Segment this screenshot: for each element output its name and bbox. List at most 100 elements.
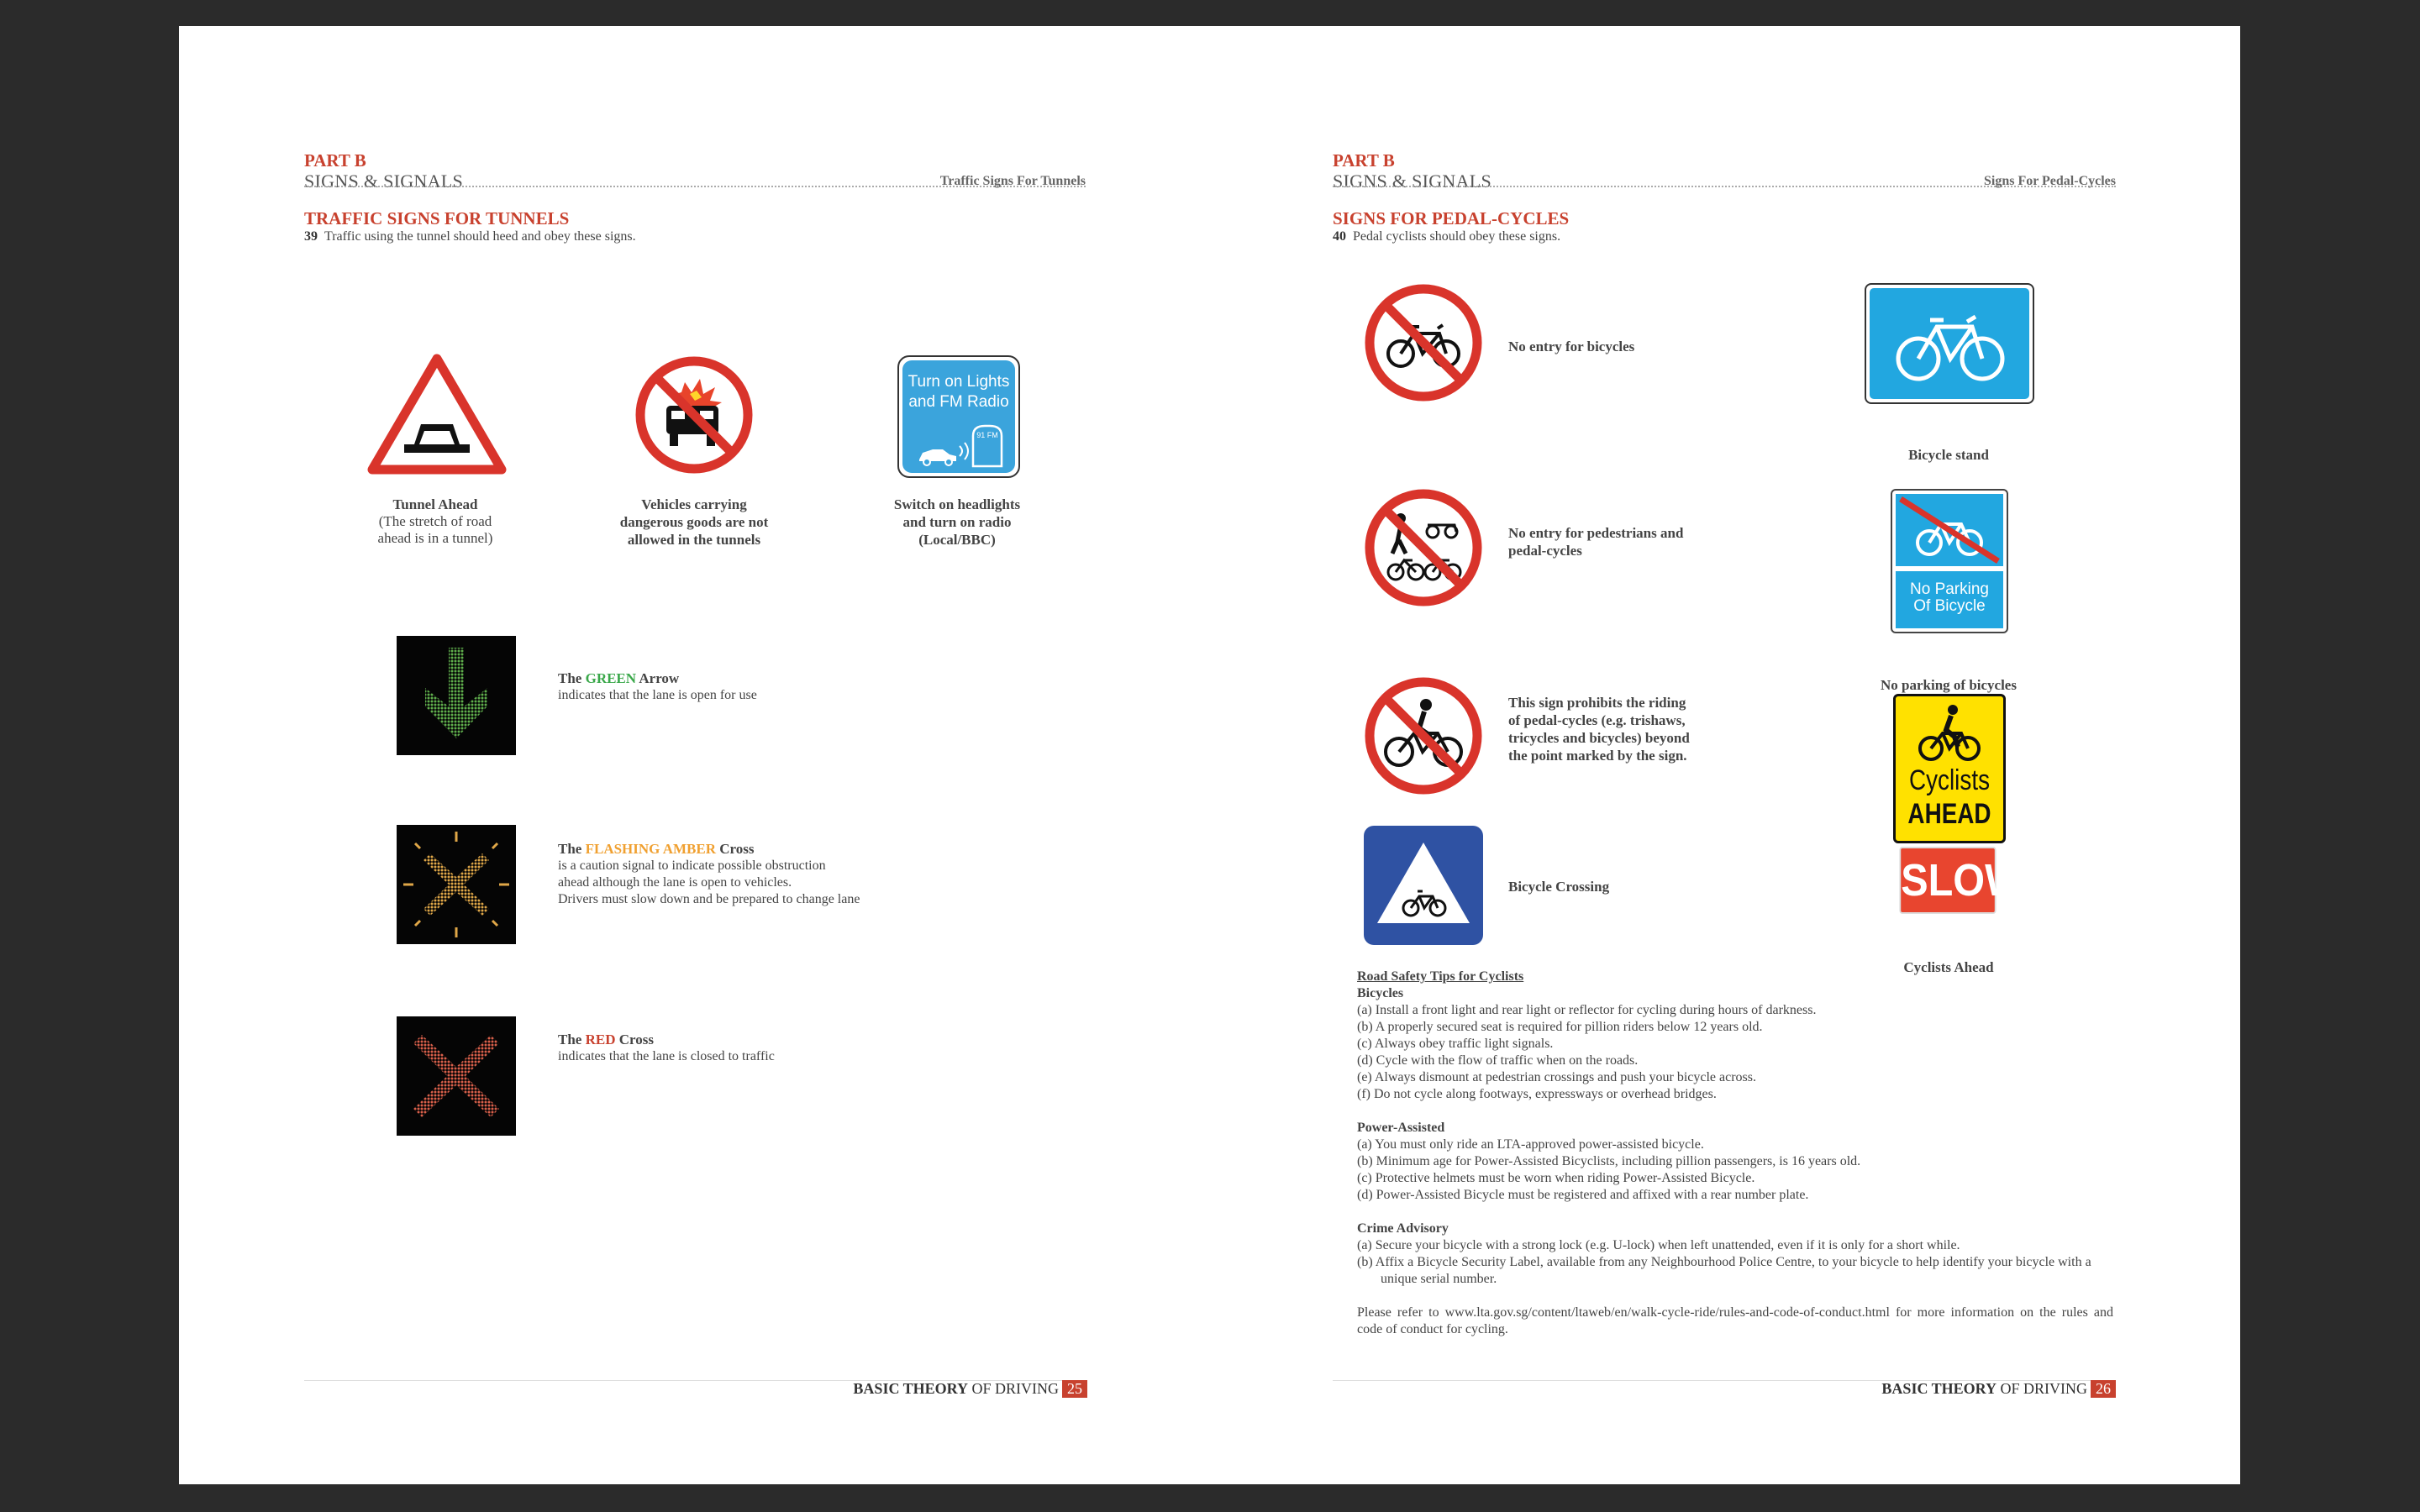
green-arrow-pre: The: [558, 670, 586, 686]
slow-plate: SLOW: [1894, 843, 2023, 937]
power-tip-b: (b) Minimum age for Power-Assisted Bicyc…: [1357, 1154, 1861, 1168]
tunnel-ahead-sub1: (The stretch of road: [378, 513, 492, 529]
amber-cross-desc1: is a caution signal to indicate possible…: [558, 858, 826, 873]
radio-sign-line2: and FM Radio: [908, 393, 1009, 411]
amber-cross-title: The FLASHING AMBER Cross: [558, 840, 754, 858]
road-safety-tips: Road Safety Tips for Cyclists Bicycles (…: [1357, 969, 2113, 1338]
dangerous-goods-line2: dangerous goods are not: [619, 514, 769, 530]
no-parking-bicycle-bottom: No Parking Of Bicycle: [1896, 571, 2003, 628]
radio-sign-line1: Turn on Lights: [908, 373, 1010, 391]
crime-heading: Crime Advisory: [1357, 1221, 1449, 1236]
cyclist-icon: [1918, 705, 1981, 761]
no-riding-caption3: tricycles and bicycles) beyond: [1508, 730, 1690, 746]
right-header-right: Signs For Pedal-Cycles: [1983, 174, 2116, 188]
radio-sign-panel: Turn on Lights and FM Radio 91 FM: [902, 360, 1015, 473]
right-page-number: 26: [2091, 1380, 2116, 1398]
red-cross-icon: [413, 1035, 499, 1117]
tunnel-ahead-caption: Tunnel Ahead: [392, 496, 478, 512]
green-arrow-icon: [425, 648, 487, 738]
left-footer: BASIC THEORY OF DRIVING 25: [767, 1380, 1087, 1398]
left-footer-rest: OF DRIVING: [968, 1380, 1060, 1397]
radio-sign-caption3: (Local/BBC): [918, 532, 996, 548]
red-word: RED: [585, 1032, 616, 1047]
amber-cross-icon: [403, 832, 509, 937]
bicycles-tip-f: (f) Do not cycle along footways, express…: [1357, 1087, 1717, 1101]
bicycle-stand-sign: [1865, 283, 2034, 404]
bicycle-crossing-sign: [1364, 826, 1483, 945]
bicycles-heading: Bicycles: [1357, 986, 1404, 1000]
cyclists-ahead-sign: Cyclists AHEAD: [1893, 694, 2006, 843]
slow-text: SLOW: [1899, 847, 2023, 914]
red-cross-desc: indicates that the lane is closed to tra…: [558, 1049, 775, 1063]
radio-sign-caption1: Switch on headlights: [893, 496, 1021, 512]
red-cross-post: Cross: [615, 1032, 654, 1047]
no-riding-caption1: This sign prohibits the riding: [1508, 695, 1686, 711]
no-pedestrians-caption1: No entry for pedestrians and: [1508, 525, 1684, 541]
no-bicycles-sign: [1365, 284, 1482, 402]
amber-cross-desc2: ahead although the lane is open to vehic…: [558, 875, 792, 890]
no-parking-line2: Of Bicycle: [1913, 597, 1986, 615]
right-section-title: SIGNS FOR PEDAL-CYCLES: [1333, 208, 1570, 228]
left-section-title: TRAFFIC SIGNS FOR TUNNELS: [304, 208, 570, 228]
right-intro-text: Pedal cyclists should obey these signs.: [1353, 229, 1561, 244]
left-intro-text: Traffic using the tunnel should heed and…: [324, 229, 636, 244]
left-page-number: 25: [1062, 1380, 1087, 1398]
tunnel-ahead-sub2: ahead is in a tunnel): [377, 530, 493, 546]
refer-text: Please refer to www.lta.gov.sg/content/l…: [1357, 1305, 2113, 1336]
power-tip-a: (a) You must only ride an LTA-approved p…: [1357, 1137, 1704, 1152]
bicycle-crossing-caption: Bicycle Crossing: [1508, 879, 1610, 895]
no-parking-line1: No Parking: [1910, 580, 1989, 598]
radio-sign-caption2: and turn on radio: [902, 514, 1012, 530]
red-cross-title: The RED Cross: [558, 1031, 654, 1048]
red-cross-pre: The: [558, 1032, 586, 1047]
right-footer-rest: OF DRIVING: [1996, 1380, 2088, 1397]
left-intro: 39 Traffic using the tunnel should heed a…: [304, 229, 636, 244]
dangerous-goods-line3: allowed in the tunnels: [627, 532, 761, 548]
no-bicycles-caption: No entry for bicycles: [1508, 339, 1635, 354]
no-parking-bicycle-sign: No Parking Of Bicycle: [1891, 489, 2008, 633]
cyclists-word: Cyclists: [1908, 764, 1991, 796]
bicycles-tip-b: (b) A properly secured seat is required …: [1357, 1020, 1763, 1034]
bicycle-stand-panel: [1870, 288, 2029, 399]
left-intro-number: 39: [304, 229, 318, 244]
right-section-label: SIGNS & SIGNALS: [1333, 171, 1492, 192]
left-footer-bold: BASIC THEORY: [853, 1380, 968, 1397]
green-arrow-title: The GREEN Arrow: [558, 669, 679, 687]
power-heading: Power-Assisted: [1357, 1121, 1445, 1135]
power-tip-d: (d) Power-Assisted Bicycle must be regis…: [1357, 1188, 1809, 1202]
no-riding-sign: [1365, 677, 1482, 795]
amber-word: FLASHING AMBER: [585, 841, 716, 857]
bicycle-stand-caption: Bicycle stand: [1908, 447, 1989, 463]
right-footer-bold: BASIC THEORY: [1881, 1380, 1996, 1397]
power-tip-c: (c) Protective helmets must be worn when…: [1357, 1171, 1755, 1185]
radio-sign-fm: 91 FM: [976, 431, 998, 439]
green-arrow-signal: [397, 636, 516, 755]
document-spread: PART B SIGNS & SIGNALS Traffic Signs For…: [179, 26, 2240, 1484]
no-parking-bicycle-top: [1896, 494, 2003, 566]
no-riding-caption4: the point marked by the sign.: [1508, 748, 1687, 764]
crime-tip-b: (b) Affix a Bicycle Security Label, avai…: [1357, 1255, 2091, 1286]
car-radio-icon: 91 FM: [919, 424, 1003, 468]
right-intro: 40 Pedal cyclists should obey these signs…: [1333, 229, 1560, 244]
amber-cross-post: Cross: [715, 841, 755, 857]
bicycles-tip-c: (c) Always obey traffic light signals.: [1357, 1037, 1554, 1051]
right-footer: BASIC THEORY OF DRIVING 26: [1796, 1380, 2116, 1398]
left-part-label: PART B: [304, 150, 366, 171]
tunnel-ahead-sign: [367, 354, 507, 475]
bicycle-icon: [1896, 314, 2005, 381]
amber-cross-signal: [397, 825, 516, 944]
left-section-label: SIGNS & SIGNALS: [304, 171, 464, 192]
amber-cross-pre: The: [558, 841, 586, 857]
ahead-word: AHEAD: [1907, 798, 1991, 830]
tips-title: Road Safety Tips for Cyclists: [1357, 969, 1524, 984]
no-pedestrians-caption2: pedal-cycles: [1508, 543, 1582, 559]
no-dangerous-goods-sign: [635, 356, 753, 474]
green-arrow-desc: indicates that the lane is open for use: [558, 688, 757, 702]
radio-sign: Turn on Lights and FM Radio 91 FM: [897, 355, 1020, 478]
no-parking-caption: No parking of bicycles: [1881, 677, 2017, 693]
radio-sign-text: Turn on Lights and FM Radio: [902, 372, 1015, 412]
crime-tip-a: (a) Secure your bicycle with a strong lo…: [1357, 1238, 1960, 1252]
bicycles-tip-e: (e) Always dismount at pedestrian crossi…: [1357, 1070, 1757, 1084]
red-cross-signal: [397, 1016, 516, 1136]
cyclists-ahead-text: Cyclists AHEAD: [1906, 764, 1994, 831]
